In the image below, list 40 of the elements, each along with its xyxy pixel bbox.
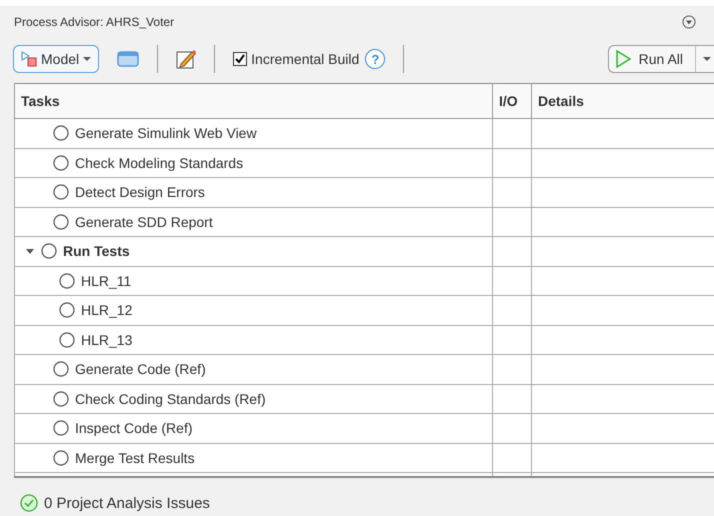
model-button[interactable]: Model	[13, 45, 100, 73]
status-circle-icon	[53, 361, 69, 378]
check-circle-icon	[20, 494, 38, 512]
incremental-build-label[interactable]: Incremental Build	[251, 51, 360, 67]
task-name[interactable]: Detect Design Errors	[75, 184, 205, 200]
status-circle-icon	[53, 214, 69, 230]
incremental-build-checkbox[interactable]	[233, 52, 248, 66]
status-circle-icon	[53, 390, 69, 407]
column-header: I/O	[492, 84, 532, 118]
task-name[interactable]: Check Modeling Standards	[75, 154, 244, 171]
caret-icon	[82, 56, 92, 62]
status-circle-icon	[53, 450, 69, 466]
status-circle-icon	[59, 302, 75, 318]
expand-caret-icon[interactable]	[25, 247, 35, 256]
play-icon	[614, 50, 631, 68]
task-name[interactable]: HLR_11	[81, 272, 132, 289]
status-text: 0 Project Analysis Issues	[44, 494, 210, 512]
status-circle-icon	[59, 332, 75, 348]
task-name[interactable]: Generate Code (Ref)	[75, 361, 206, 378]
panel-icon[interactable]	[117, 50, 140, 68]
window-title: Process Advisor: AHRS_Voter	[14, 15, 174, 29]
task-name[interactable]: Run Tests	[63, 243, 130, 260]
task-name[interactable]: HLR_13	[81, 332, 132, 348]
task-name[interactable]: Merge Test Results	[75, 450, 195, 466]
status-circle-icon	[53, 154, 69, 171]
task-name[interactable]: HLR_12	[81, 302, 132, 318]
task-name[interactable]: Generate SDD Report	[75, 214, 213, 230]
status-circle-icon	[41, 243, 57, 260]
status-circle-icon	[59, 272, 75, 289]
model-icon	[20, 51, 38, 67]
status-circle-icon	[53, 125, 69, 142]
column-header: Details	[532, 84, 714, 118]
collapse-menu-icon[interactable]	[682, 15, 696, 29]
column-header: Tasks	[14, 84, 492, 118]
caret-icon[interactable]	[702, 56, 712, 62]
status-circle-icon	[53, 184, 69, 200]
run-all-button[interactable]: Run All	[608, 45, 714, 73]
task-name[interactable]: Inspect Code (Ref)	[75, 420, 192, 436]
status-circle-icon	[53, 420, 69, 436]
edit-icon[interactable]	[176, 49, 196, 69]
